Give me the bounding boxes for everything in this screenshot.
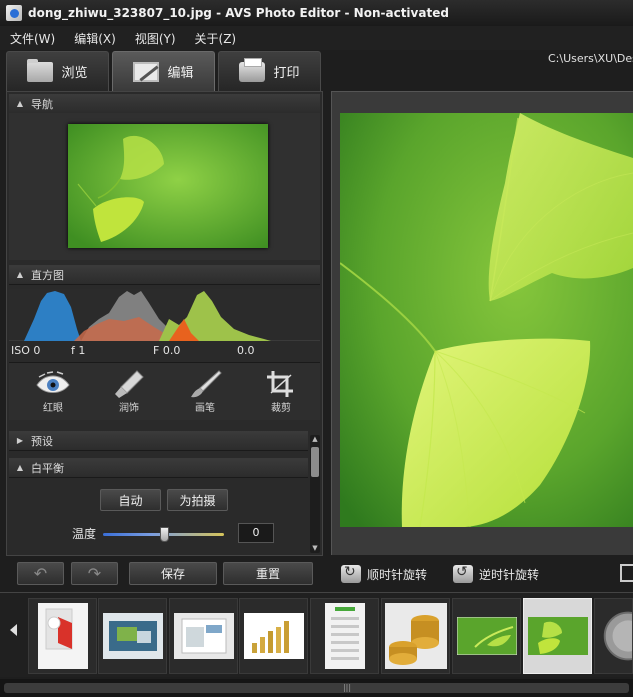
rotate-ccw-icon — [453, 564, 473, 583]
filmstrip-scrollbar[interactable]: ||| — [0, 679, 633, 697]
paint-brush-icon — [175, 369, 235, 399]
menu-file[interactable]: 文件(W) — [0, 30, 64, 47]
tool-retouch[interactable]: 润饰 — [99, 369, 159, 414]
edit-icon — [133, 61, 160, 82]
menu-edit[interactable]: 编辑(X) — [64, 30, 125, 47]
reset-button[interactable]: 重置 — [223, 562, 313, 585]
film-thumb-1[interactable] — [28, 598, 97, 674]
tool-crop[interactable]: 裁剪 — [251, 369, 311, 414]
scroll-thumb[interactable] — [311, 447, 319, 477]
rotate-ccw-button[interactable]: 逆时针旋转 — [453, 563, 539, 585]
navigation-area — [9, 113, 320, 260]
film-thumb-5[interactable] — [310, 598, 379, 674]
tab-browse-label: 浏览 — [61, 66, 88, 81]
left-panel: ▲ 导航 ▲ 直方图 ISO 0 f 1 F 0.0 0.0 红眼 润饰 画笔 … — [6, 91, 323, 556]
histogram-title: 直方图 — [31, 268, 64, 282]
rotate-cw-button[interactable]: 顺时针旋转 — [341, 563, 427, 585]
iso-value: ISO 0 — [11, 344, 41, 357]
white-balance-header[interactable]: ▲ 白平衡 — [9, 458, 308, 478]
crop-icon — [251, 369, 311, 399]
film-thumb-4[interactable] — [239, 598, 308, 674]
histogram-graph — [9, 289, 320, 341]
file-path: C:\Users\XU\Desk — [548, 52, 633, 65]
navigation-title: 导航 — [31, 97, 53, 111]
window-title: dong_zhiwu_323807_10.jpg - AVS Photo Edi… — [28, 6, 449, 20]
auto-wb-button[interactable]: 自动 — [100, 489, 161, 511]
temperature-label: 温度 — [72, 527, 97, 541]
rotate-cw-icon — [341, 564, 361, 583]
tool-red-eye-label: 红眼 — [43, 403, 63, 414]
mode-tabs: 浏览 编辑 打印 — [6, 51, 324, 91]
presets-header[interactable]: ▶ 预设 — [9, 431, 308, 451]
film-thumb-9[interactable] — [594, 598, 633, 674]
tool-brush-label: 画笔 — [195, 403, 215, 414]
undo-icon: ↶ — [33, 564, 48, 583]
film-thumb-2[interactable] — [98, 598, 167, 674]
rotate-cw-label: 顺时针旋转 — [367, 567, 428, 582]
redo-icon: ↷ — [87, 564, 102, 583]
tool-red-eye[interactable]: 红眼 — [23, 369, 83, 414]
printer-icon — [239, 57, 266, 82]
film-thumb-3[interactable] — [169, 598, 238, 674]
collapse-icon: ▲ — [16, 270, 24, 279]
retouch-brush-icon — [99, 369, 159, 399]
navigation-thumbnail[interactable] — [68, 124, 268, 248]
film-thumb-8-selected[interactable] — [523, 598, 592, 674]
menu-bar: 文件(W) 编辑(X) 视图(Y) 关于(Z) — [0, 26, 633, 50]
expand-icon: ▶ — [16, 436, 24, 445]
temperature-slider-handle[interactable] — [160, 527, 169, 542]
redo-button[interactable]: ↷ — [71, 562, 118, 585]
exposure-value: 0.0 — [237, 344, 255, 357]
tab-print[interactable]: 打印 — [218, 51, 321, 91]
filmstrip — [0, 592, 633, 677]
menu-about[interactable]: 关于(Z) — [185, 30, 246, 47]
film-thumb-6[interactable] — [381, 598, 450, 674]
as-shot-button[interactable]: 为拍摄 — [167, 489, 228, 511]
scroll-up-icon[interactable]: ▲ — [310, 435, 320, 444]
undo-button[interactable]: ↶ — [17, 562, 64, 585]
menu-view[interactable]: 视图(Y) — [125, 30, 185, 47]
scroll-grip-icon[interactable]: ||| — [342, 684, 352, 692]
folder-icon — [27, 58, 54, 82]
collapse-icon: ▲ — [16, 463, 24, 472]
tool-crop-label: 裁剪 — [271, 403, 291, 414]
presets-title: 预设 — [31, 434, 53, 448]
title-bar: dong_zhiwu_323807_10.jpg - AVS Photo Edi… — [0, 0, 633, 26]
main-photo[interactable] — [340, 113, 633, 527]
tool-retouch-label: 润饰 — [119, 403, 139, 414]
histogram-header[interactable]: ▲ 直方图 — [9, 265, 320, 285]
temperature-value-field[interactable]: 0 — [238, 523, 274, 543]
save-button[interactable]: 保存 — [129, 562, 217, 585]
tool-brush[interactable]: 画笔 — [175, 369, 235, 414]
white-balance-title: 白平衡 — [31, 461, 64, 475]
tools-bar: 红眼 润饰 画笔 裁剪 — [9, 362, 320, 420]
app-icon — [6, 5, 22, 21]
tab-edit-label: 编辑 — [167, 66, 194, 81]
tab-edit[interactable]: 编辑 — [112, 51, 215, 91]
tab-print-label: 打印 — [273, 66, 300, 81]
collapse-icon: ▲ — [16, 99, 24, 108]
fit-view-icon[interactable] — [620, 564, 633, 582]
eye-icon — [23, 369, 83, 399]
focal-value: f 1 — [71, 344, 86, 357]
panel-scrollbar[interactable]: ▲ ▼ — [310, 435, 320, 553]
film-thumb-7[interactable] — [452, 598, 521, 674]
filmstrip-left-arrow-icon[interactable] — [10, 624, 17, 636]
filmstrip-scroll-track[interactable] — [4, 683, 629, 693]
histogram-info: ISO 0 f 1 F 0.0 0.0 — [9, 344, 320, 360]
tab-browse[interactable]: 浏览 — [6, 51, 109, 91]
aperture-value: F 0.0 — [153, 344, 181, 357]
navigation-header[interactable]: ▲ 导航 — [9, 94, 320, 114]
rotate-ccw-label: 逆时针旋转 — [479, 567, 540, 582]
scroll-down-icon[interactable]: ▼ — [310, 544, 320, 553]
